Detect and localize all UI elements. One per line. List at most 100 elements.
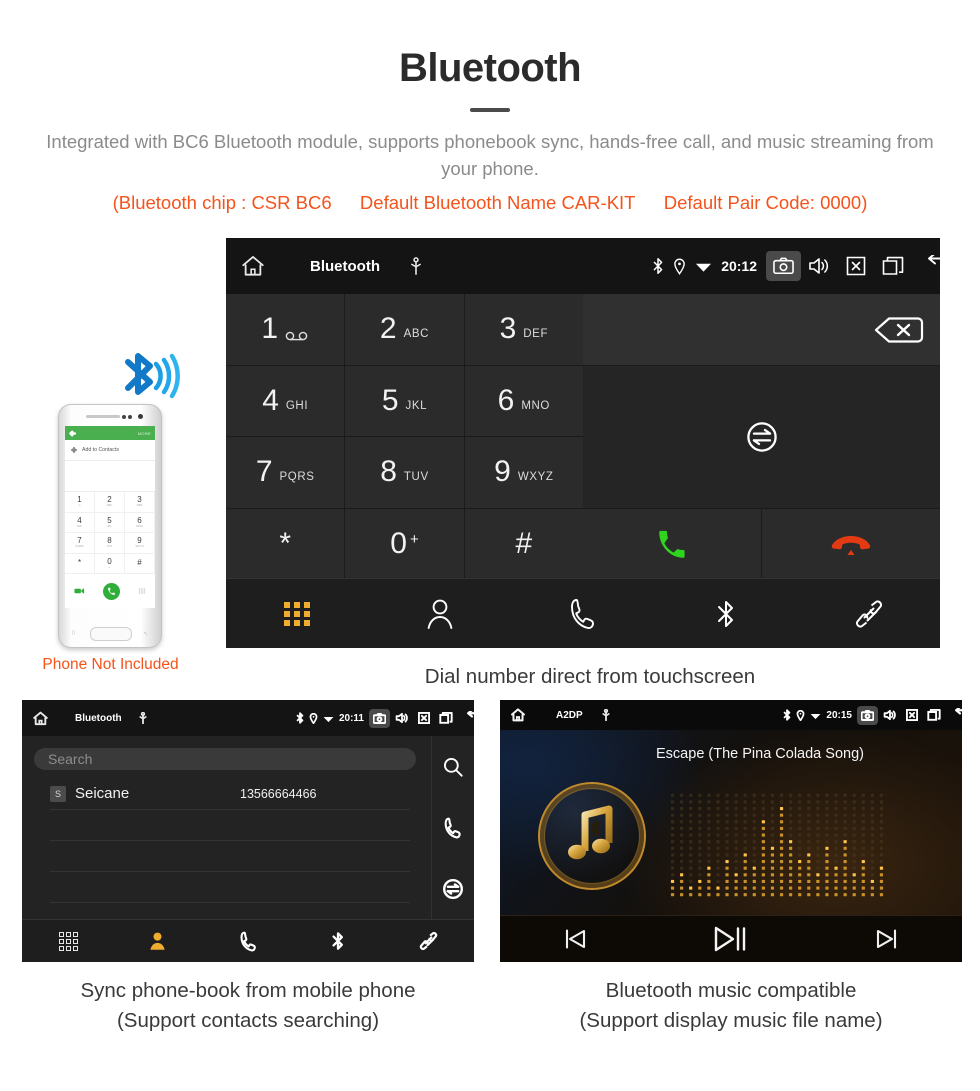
close-box-icon[interactable] xyxy=(418,712,430,724)
key-3[interactable]: 3 DEF xyxy=(464,294,583,365)
call-answer-button[interactable] xyxy=(583,509,761,580)
search-icon[interactable] xyxy=(442,756,464,778)
number-display[interactable] xyxy=(583,294,940,365)
close-box-icon[interactable] xyxy=(906,709,918,721)
phone-key: 6 MNO xyxy=(125,512,155,533)
sidebar-item-contacts[interactable] xyxy=(369,598,512,630)
backspace-icon[interactable] xyxy=(874,316,924,343)
back-arrow-icon[interactable] xyxy=(953,708,962,722)
phone-action-row xyxy=(65,574,155,608)
keypad-hide-icon xyxy=(139,588,145,593)
phone-sensor-1 xyxy=(122,415,126,419)
sidebar-item-pair-link[interactable] xyxy=(384,930,474,952)
list-item[interactable] xyxy=(50,871,410,903)
key-letters: MNO xyxy=(521,399,550,412)
home-icon[interactable] xyxy=(510,707,526,723)
sidebar-item-pair-link[interactable] xyxy=(797,597,940,631)
statusbar-left-group: Bluetooth xyxy=(240,253,424,279)
phone-key-letters: ABC xyxy=(106,503,113,508)
dot-matrix-equalizer xyxy=(668,792,886,898)
sidebar-item-call-history[interactable] xyxy=(203,931,293,952)
back-arrow-icon[interactable] xyxy=(924,255,940,277)
phone-key-letters: MNO xyxy=(136,523,143,528)
phone-call-button xyxy=(103,582,120,600)
location-icon xyxy=(309,713,318,724)
key-star[interactable]: * xyxy=(226,508,345,579)
skip-previous-icon[interactable] xyxy=(562,927,588,951)
bluetooth-signal-icon xyxy=(120,348,192,404)
recent-apps-icon[interactable] xyxy=(882,256,904,276)
dialer-body: 1 2 ABC 3 DEF 4 GHI 5 JKL 6 MNO 7 PQRS 8… xyxy=(226,294,940,580)
phone-handset-icon[interactable] xyxy=(443,817,463,839)
key-digit: * xyxy=(279,526,291,560)
phone-handset-icon xyxy=(568,598,598,630)
volume-icon[interactable] xyxy=(395,712,409,724)
contact-number: 13566664466 xyxy=(240,786,317,801)
phone-mockup: MORE Add to Contacts 1 ∞ 2 ABC 3 DEF 4 GHI 5… xyxy=(58,404,162,648)
contacts-screen: Bluetooth 20:11 Search S Seicane 1356666… xyxy=(22,700,474,962)
recent-apps-icon[interactable] xyxy=(439,712,453,724)
contacts-caption-line1: Sync phone-book from mobile phone xyxy=(80,979,416,1002)
list-item[interactable] xyxy=(50,809,410,841)
back-arrow-icon[interactable] xyxy=(465,711,474,725)
call-answer-icon xyxy=(655,528,689,562)
sidebar-item-call-history[interactable] xyxy=(512,598,655,630)
phone-key: 9 WXYZ xyxy=(125,533,155,554)
home-icon[interactable] xyxy=(32,710,49,727)
volume-icon[interactable] xyxy=(808,256,830,276)
home-icon[interactable] xyxy=(240,253,266,279)
key-7[interactable]: 7 PQRS xyxy=(226,437,345,508)
key-letters: JKL xyxy=(405,399,428,412)
key-digit: 4 xyxy=(262,383,279,417)
music-statusbar: A2DP 20:15 xyxy=(500,700,962,730)
audio-transfer-button[interactable] xyxy=(583,366,940,508)
key-digit: 2 xyxy=(379,312,397,346)
key-6[interactable]: 6 MNO xyxy=(464,365,583,436)
sidebar-item-contacts[interactable] xyxy=(112,931,202,951)
phone-key: 2 ABC xyxy=(95,492,125,513)
call-end-button[interactable] xyxy=(762,509,940,580)
sidebar-item-bluetooth[interactable] xyxy=(654,597,797,631)
statusbar-right-group: 20:11 xyxy=(296,708,474,728)
phone-front-camera xyxy=(138,414,143,419)
play-pause-icon[interactable] xyxy=(713,925,749,953)
link-icon xyxy=(854,597,884,631)
sync-icon[interactable] xyxy=(442,878,464,900)
camera-icon[interactable] xyxy=(766,251,801,281)
key-digit: 5 xyxy=(381,383,399,417)
camera-icon[interactable] xyxy=(369,708,390,728)
search-input[interactable]: Search xyxy=(34,748,416,770)
key-hash[interactable]: # xyxy=(464,508,583,579)
key-0[interactable]: 0 + xyxy=(345,508,464,579)
key-4[interactable]: 4 GHI xyxy=(226,365,345,436)
recent-apps-icon[interactable] xyxy=(927,709,941,721)
list-item[interactable]: S Seicane 13566664466 xyxy=(50,778,410,810)
sidebar-item-bluetooth[interactable] xyxy=(293,930,383,952)
close-box-icon[interactable] xyxy=(846,256,866,276)
skip-next-icon[interactable] xyxy=(874,927,900,951)
camera-icon[interactable] xyxy=(857,705,878,725)
video-call-icon xyxy=(74,588,85,594)
phone-earpiece xyxy=(86,415,120,418)
key-9[interactable]: 9 WXYZ xyxy=(464,437,583,508)
spec-chip: (Bluetooth chip : CSR BC6 xyxy=(112,192,332,213)
list-item[interactable] xyxy=(50,840,410,872)
volume-icon[interactable] xyxy=(883,709,897,721)
phone-home-button xyxy=(90,627,132,641)
title-divider xyxy=(470,108,510,112)
phone-key: 5 JKL xyxy=(95,512,125,533)
sidebar-item-dialpad[interactable] xyxy=(226,601,369,626)
key-digit: 1 xyxy=(261,312,278,346)
phone-sensor-2 xyxy=(128,415,132,419)
phone-key-letters: DEF xyxy=(136,503,143,508)
key-2[interactable]: 2 ABC xyxy=(345,294,464,365)
key-letters: PQRS xyxy=(279,471,315,484)
call-answer-icon xyxy=(108,587,115,595)
link-icon xyxy=(419,930,438,952)
key-1[interactable]: 1 xyxy=(226,294,345,365)
key-5[interactable]: 5 JKL xyxy=(345,365,464,436)
sidebar-item-dialpad[interactable] xyxy=(22,931,112,951)
dialer-screen: Bluetooth 20:12 1 2 ABC 3 DEF 4 GHI 5 JK… xyxy=(226,238,940,648)
location-icon xyxy=(796,710,805,721)
key-8[interactable]: 8 TUV xyxy=(345,437,464,508)
